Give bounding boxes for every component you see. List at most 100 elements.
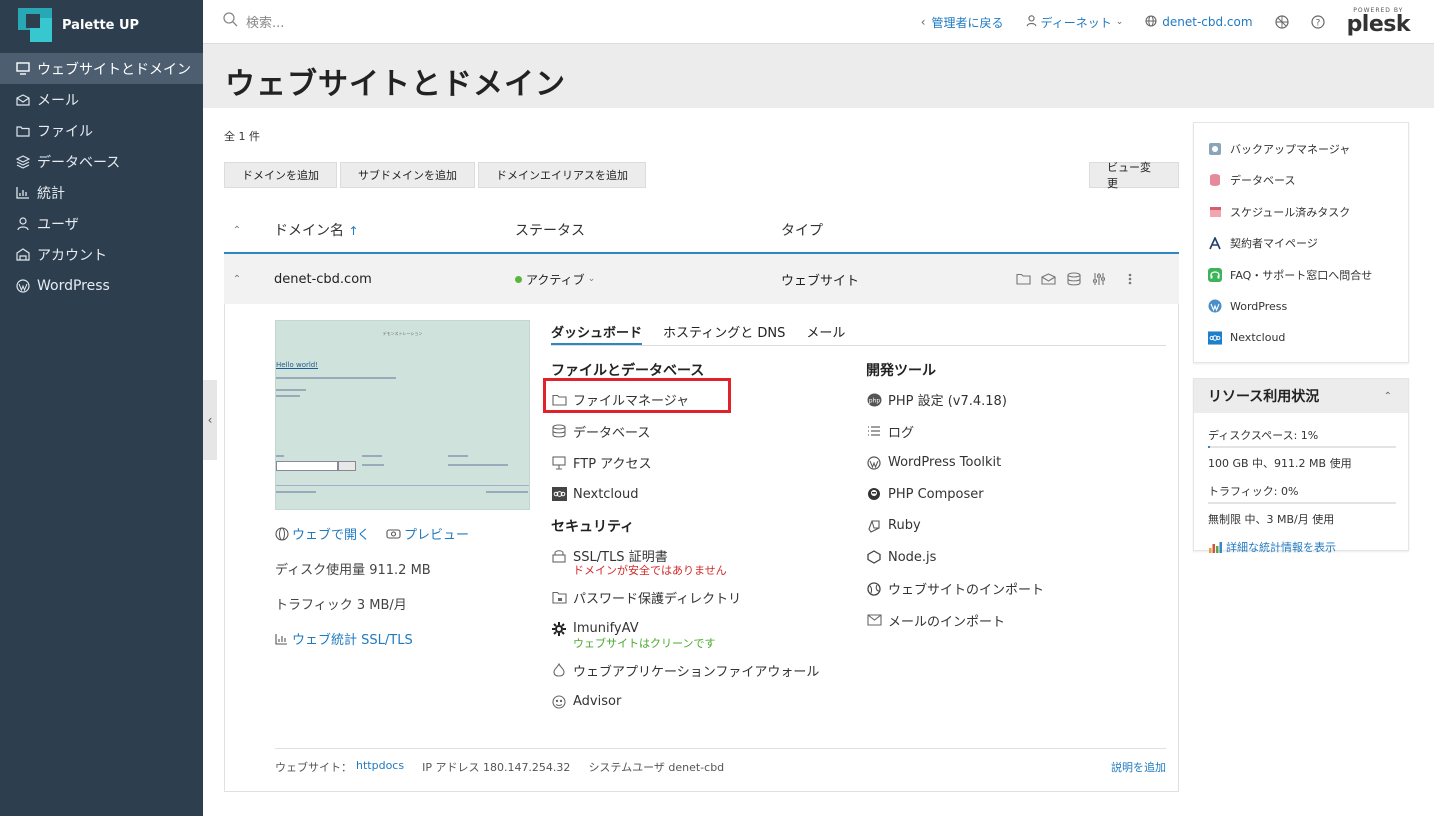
- wordpress-toolkit-link[interactable]: WordPress Toolkit: [866, 447, 1166, 479]
- advisor-link[interactable]: Advisor: [551, 686, 851, 718]
- topbar: 検索... ‹ 管理者に戻る ディーネット ⌄ denet-cbd.com ? P…: [203, 0, 1434, 44]
- faq-support-link[interactable]: FAQ・サポート窓口へ問合せ: [1208, 259, 1408, 291]
- eye-icon: [386, 528, 401, 539]
- add-description-link[interactable]: 説明を追加: [1111, 759, 1166, 775]
- site-thumbnail[interactable]: デモンストレーション Hello world!: [275, 320, 530, 510]
- scheduled-tasks-label: スケジュール済みタスク: [1230, 205, 1351, 219]
- sidebar-item-label: 統計: [37, 185, 65, 202]
- back-to-admin-link[interactable]: ‹ 管理者に戻る: [921, 14, 1004, 31]
- search-input[interactable]: 検索...: [223, 12, 823, 31]
- website-import-label: ウェブサイトのインポート: [888, 583, 1045, 599]
- chevron-down-icon: ⌄: [587, 274, 596, 284]
- databases-quick-label: データベース: [1230, 174, 1296, 188]
- svg-text:php: php: [868, 397, 880, 404]
- mail-icon[interactable]: [1036, 273, 1061, 285]
- disk-usage: ディスク使用量 911.2 MB: [275, 563, 431, 578]
- item-count: 全 1 件: [224, 130, 260, 143]
- database-icon: [551, 423, 567, 439]
- open-in-web-link[interactable]: ウェブで開く: [275, 524, 370, 543]
- column-type[interactable]: タイプ: [781, 220, 823, 240]
- column-status[interactable]: ステータス: [515, 220, 781, 240]
- php-composer-label: PHP Composer: [888, 486, 984, 502]
- databases-quick-link[interactable]: データベース: [1208, 165, 1408, 197]
- preview-link[interactable]: プレビュー: [386, 524, 469, 543]
- section-security: セキュリティ: [551, 519, 635, 535]
- brand-name: Palette UP: [62, 17, 140, 33]
- resource-usage-header[interactable]: リソース利用状況 ⌃: [1194, 379, 1408, 413]
- database-color-icon: [1208, 173, 1222, 187]
- table-row[interactable]: ⌃ denet-cbd.com アクティブ ⌄ ウェブサイト: [224, 254, 1179, 304]
- sidebar-item-stats[interactable]: 統計: [0, 177, 203, 208]
- ruby-link[interactable]: Ruby: [866, 510, 1166, 542]
- column-domain-name[interactable]: ドメイン名 ↑: [250, 220, 515, 240]
- php-settings-label: PHP 設定 (v7.4.18): [888, 394, 1007, 410]
- quick-links-panel: バックアップマネージャ データベース スケジュール済みタスク 契約者マイページ …: [1193, 122, 1409, 363]
- sidebar-item-websites[interactable]: ウェブサイトとドメイン: [0, 53, 203, 84]
- globe-import-icon: [866, 581, 882, 597]
- monitor-icon: [15, 61, 30, 76]
- add-domain-button[interactable]: ドメインを追加: [224, 162, 337, 188]
- nodejs-link[interactable]: Node.js: [866, 542, 1166, 574]
- detailed-stats-link[interactable]: 詳細な統計情報を表示: [1208, 539, 1394, 555]
- web-stats-link[interactable]: ウェブ統計 SSL/TLS: [275, 629, 485, 648]
- status-badge[interactable]: アクティブ ⌄: [515, 271, 781, 288]
- sidebar-collapse-handle[interactable]: ‹: [203, 380, 217, 460]
- more-vertical-icon[interactable]: [1117, 273, 1142, 285]
- file-manager-highlight: [543, 378, 731, 413]
- domain-name[interactable]: denet-cbd.com: [250, 272, 515, 287]
- collapse-row-icon[interactable]: ⌃: [224, 274, 250, 285]
- customer-mypage-link[interactable]: 契約者マイページ: [1208, 228, 1408, 260]
- search-icon: [223, 12, 238, 31]
- logs-link[interactable]: ログ: [866, 416, 1166, 448]
- php-settings-link[interactable]: php PHP 設定 (v7.4.18): [866, 384, 1166, 416]
- website-import-link[interactable]: ウェブサイトのインポート: [866, 573, 1166, 605]
- nextcloud-icon: [551, 486, 567, 502]
- table-header: ⌃ ドメイン名 ↑ ステータス タイプ: [224, 208, 1179, 254]
- sidebar-item-mail[interactable]: メール: [0, 84, 203, 115]
- add-alias-button[interactable]: ドメインエイリアスを追加: [478, 162, 646, 188]
- databases-link[interactable]: データベース: [551, 416, 851, 448]
- add-subdomain-button[interactable]: サブドメインを追加: [340, 162, 475, 188]
- folder-icon[interactable]: [1011, 273, 1036, 285]
- ssl-warning: ドメインが安全ではありません: [573, 563, 727, 577]
- disk-space-label: ディスクスペース: 1%: [1208, 429, 1319, 442]
- user-name: ディーネット: [1040, 15, 1112, 30]
- help-icon[interactable]: ?: [1310, 15, 1325, 29]
- tab-dashboard[interactable]: ダッシュボード: [551, 320, 643, 345]
- settings-sliders-icon[interactable]: [1086, 272, 1111, 286]
- docroot-link[interactable]: httpdocs: [356, 759, 404, 775]
- mail-import-link[interactable]: メールのインポート: [866, 605, 1166, 637]
- database-icon[interactable]: [1061, 272, 1086, 286]
- disk-usage-fill: [1208, 446, 1210, 448]
- sidebar-item-databases[interactable]: データベース: [0, 146, 203, 177]
- list-icon: [866, 423, 882, 439]
- sidebar-item-users[interactable]: ユーザ: [0, 208, 203, 239]
- backup-manager-link[interactable]: バックアップマネージャ: [1208, 133, 1408, 165]
- php-composer-link[interactable]: PHP Composer: [866, 479, 1166, 511]
- extensions-icon[interactable]: [1274, 15, 1289, 29]
- sidebar-item-files[interactable]: ファイル: [0, 115, 203, 146]
- collapse-all-icon[interactable]: ⌃: [224, 225, 250, 236]
- tab-hosting-dns[interactable]: ホスティングと DNS: [663, 320, 785, 345]
- web-stats-label: ウェブ統計 SSL/TLS: [292, 633, 413, 648]
- nextcloud-link[interactable]: Nextcloud: [551, 479, 851, 511]
- tab-mail[interactable]: メール: [806, 320, 845, 345]
- ftp-icon: [551, 455, 567, 471]
- scheduled-tasks-link[interactable]: スケジュール済みタスク: [1208, 196, 1408, 228]
- user-menu[interactable]: ディーネット ⌄: [1026, 14, 1123, 31]
- change-view-button[interactable]: ビュー変更: [1089, 161, 1179, 190]
- sidebar-item-label: WordPress: [37, 277, 110, 294]
- nextcloud-quick-link[interactable]: Nextcloud: [1208, 322, 1408, 354]
- sidebar-item-account[interactable]: アカウント: [0, 239, 203, 270]
- subscription-domain-link[interactable]: denet-cbd.com: [1145, 14, 1253, 30]
- password-protected-dirs-link[interactable]: パスワード保護ディレクトリ: [551, 582, 851, 614]
- wordpress-quick-link[interactable]: WordPress: [1208, 291, 1408, 323]
- sidebar-item-wordpress[interactable]: WordPress: [0, 270, 203, 301]
- brand[interactable]: Palette UP: [0, 0, 203, 50]
- waf-link[interactable]: ウェブアプリケーションファイアウォール: [551, 655, 851, 687]
- dashboard-column-left: ファイルとデータベース ファイルマネージャ データベース FTP アクセス Ne…: [551, 360, 851, 718]
- ftp-access-link[interactable]: FTP アクセス: [551, 447, 851, 479]
- preview-label: プレビュー: [404, 528, 470, 543]
- nodejs-icon: [866, 549, 882, 565]
- locked-folder-icon: [551, 589, 567, 605]
